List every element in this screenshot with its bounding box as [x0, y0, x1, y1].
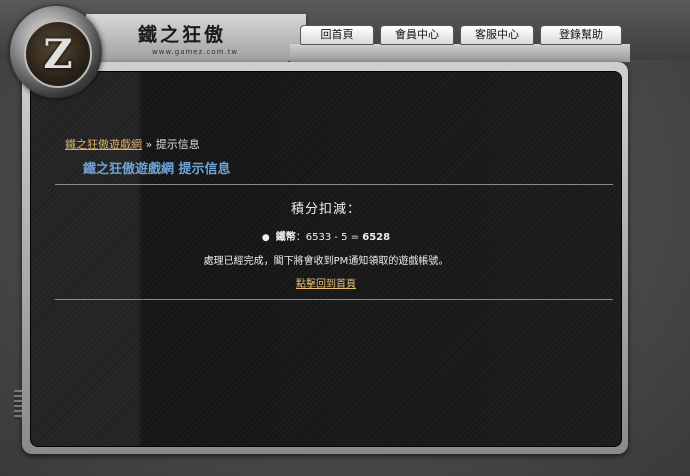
nav-member-center-button[interactable]: 會員中心	[380, 25, 454, 45]
page-title: 鐵之狂傲遊戲網 提示信息	[83, 162, 231, 177]
result-value: 6528	[362, 232, 391, 243]
side-grip	[14, 390, 22, 420]
nav-login-help-button[interactable]: 登錄幫助	[540, 25, 622, 45]
nav-customer-service-button[interactable]: 客服中心	[460, 25, 534, 45]
top-nav: 回首頁 會員中心 客服中心 登錄幫助	[300, 25, 622, 45]
site-title-plate: 鐵之狂傲 www.gamez.com.tw	[86, 14, 306, 64]
message-title: 積分扣減：	[290, 202, 361, 217]
points-deduction-line: ● 鐵幣：6533 - 5 = 6528	[31, 228, 621, 243]
calculation-text: ：6533 - 5 =	[295, 232, 360, 243]
breadcrumb-current: 提示信息	[155, 138, 200, 151]
breadcrumb: 鐵之狂傲遊戲網 » 提示信息	[65, 136, 200, 152]
message-panel: 鐵之狂傲遊戲網 » 提示信息 鐵之狂傲遊戲網 提示信息 積分扣減： ● 鐵幣：65…	[30, 71, 622, 447]
top-divider	[55, 184, 613, 185]
nav-strip	[290, 44, 630, 62]
bullet-icon: ●	[261, 233, 270, 243]
site-logo[interactable]: Z	[10, 6, 102, 98]
bottom-divider	[55, 299, 613, 300]
site-url: www.gamez.com.tw	[152, 48, 239, 56]
notice-text: 處理已經完成，閣下將會收到PM通知領取的遊戲帳號。	[203, 256, 449, 267]
logo-glyph: Z	[43, 30, 73, 78]
breadcrumb-home-link[interactable]: 鐵之狂傲遊戲網	[65, 138, 142, 151]
breadcrumb-separator: »	[145, 138, 153, 151]
logo-emblem: Z	[24, 20, 92, 88]
home-link-row: 點擊回到首頁	[31, 275, 621, 290]
back-to-home-link[interactable]: 點擊回到首頁	[296, 279, 356, 290]
site-title: 鐵之狂傲	[138, 24, 227, 46]
currency-label: 鐵幣	[275, 232, 296, 243]
nav-home-button[interactable]: 回首頁	[300, 25, 374, 45]
